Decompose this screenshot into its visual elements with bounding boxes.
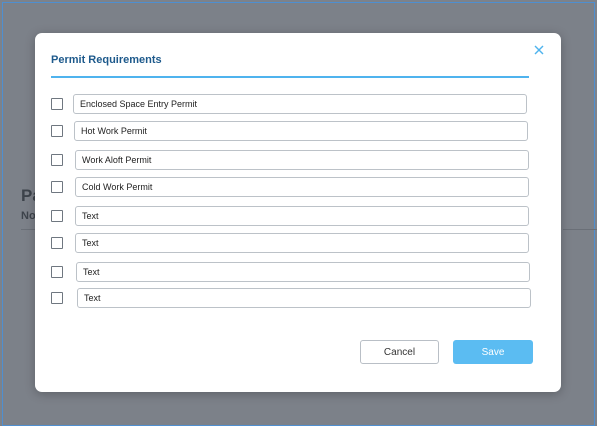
permit-field[interactable]	[75, 177, 529, 197]
permit-row	[51, 262, 530, 282]
save-button[interactable]: Save	[453, 340, 533, 364]
permit-row	[51, 206, 529, 226]
permit-field[interactable]	[75, 150, 529, 170]
permit-field[interactable]	[77, 288, 531, 308]
background-page-subtitle: No	[21, 210, 35, 222]
permit-checkbox[interactable]	[51, 181, 63, 193]
permit-checkbox[interactable]	[51, 210, 63, 222]
permit-row	[51, 121, 529, 141]
permit-row	[51, 150, 529, 170]
close-button[interactable]	[532, 43, 546, 57]
permit-checkbox[interactable]	[51, 237, 63, 249]
permit-row	[51, 177, 529, 197]
permit-field[interactable]	[76, 262, 530, 282]
permit-checkbox[interactable]	[51, 98, 63, 110]
permit-checkbox[interactable]	[51, 125, 63, 137]
permit-field[interactable]	[73, 94, 527, 114]
permit-checkbox[interactable]	[51, 154, 63, 166]
permit-checkbox[interactable]	[51, 266, 63, 278]
permit-requirements-dialog: Permit Requirements Cancel Save	[35, 33, 561, 392]
close-icon	[534, 45, 544, 55]
title-underline	[51, 76, 529, 78]
permit-row	[51, 288, 531, 308]
permit-field[interactable]	[74, 121, 528, 141]
background-divider-right	[563, 229, 597, 230]
permit-checkbox[interactable]	[51, 292, 63, 304]
permit-row	[51, 233, 529, 253]
dialog-title: Permit Requirements	[51, 54, 162, 66]
permit-field[interactable]	[75, 206, 529, 226]
permit-field[interactable]	[75, 233, 529, 253]
cancel-button[interactable]: Cancel	[360, 340, 439, 364]
permit-row	[51, 94, 529, 114]
